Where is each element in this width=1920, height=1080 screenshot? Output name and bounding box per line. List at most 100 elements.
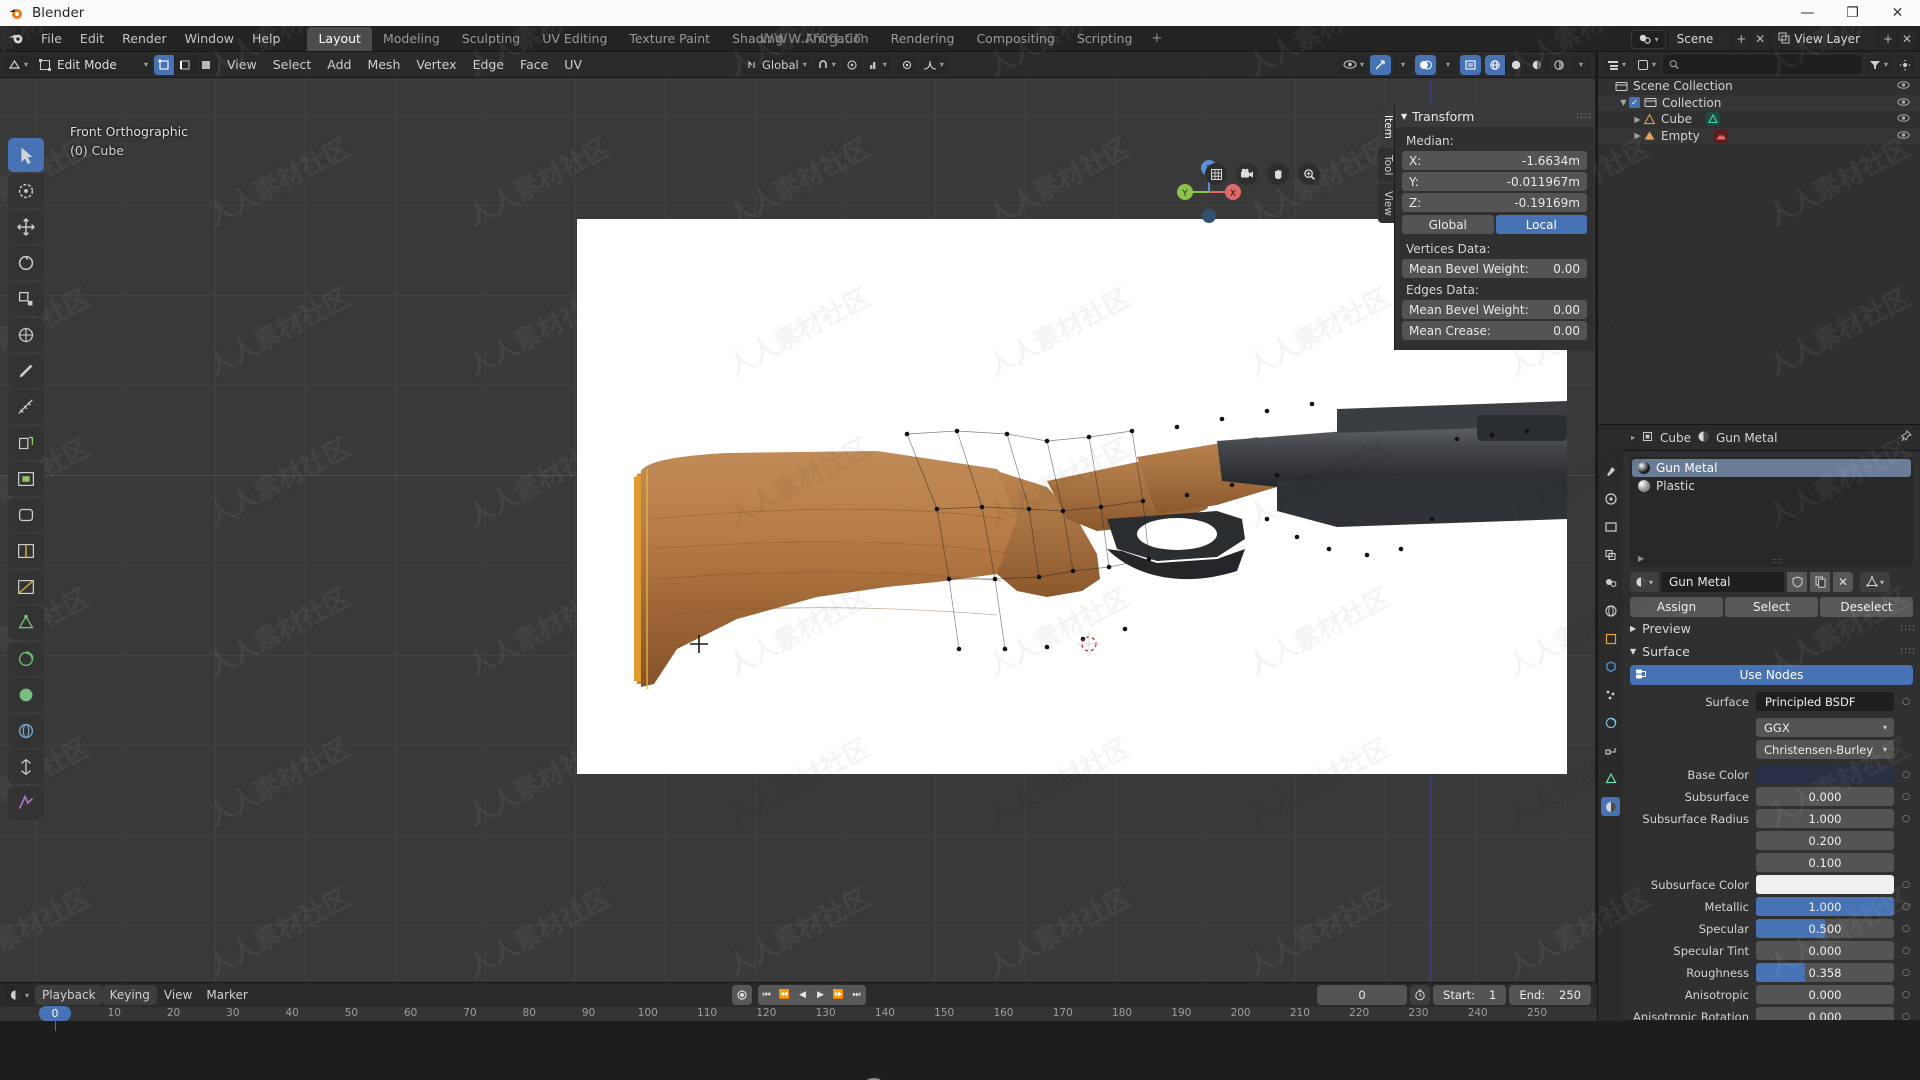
viewport-menu-vertex[interactable]: Vertex bbox=[408, 54, 464, 75]
close-button[interactable]: ✕ bbox=[1875, 0, 1920, 26]
mesh-data-badge-icon[interactable] bbox=[1705, 112, 1720, 127]
properties-editor[interactable]: ▸ Cube Gun Metal Gun Metal Plastic ▶ :::: bbox=[1597, 424, 1920, 1021]
toggle-grid-icon[interactable] bbox=[1205, 163, 1227, 185]
surface-drag-handle[interactable]: :::: bbox=[1900, 647, 1915, 656]
wireframe-shading-icon[interactable] bbox=[1485, 54, 1506, 75]
viewport-menu-uv[interactable]: UV bbox=[556, 54, 590, 75]
overlays-options-chevron-icon[interactable]: ▾ bbox=[1438, 54, 1458, 75]
outliner-row-cube[interactable]: ▶ Cube bbox=[1598, 111, 1920, 128]
material-name-input[interactable]: Gun Metal bbox=[1661, 572, 1784, 592]
object-tab[interactable] bbox=[1601, 629, 1620, 648]
transform-tool[interactable] bbox=[8, 318, 44, 352]
outliner-options-icon[interactable] bbox=[1895, 54, 1915, 75]
workspace-tab-layout[interactable]: Layout bbox=[307, 26, 372, 51]
list-expand-icon[interactable]: ▶ bbox=[1638, 554, 1644, 563]
material-slot-plastic[interactable]: Plastic bbox=[1632, 477, 1911, 495]
workspace-tab-modeling[interactable]: Modeling bbox=[372, 27, 451, 51]
workspace-tab-rendering[interactable]: Rendering bbox=[880, 27, 966, 51]
inset-faces-tool[interactable] bbox=[8, 462, 44, 496]
data-tab[interactable] bbox=[1601, 769, 1620, 788]
measure-tool[interactable] bbox=[8, 390, 44, 424]
preview-drag-handle[interactable]: :::: bbox=[1900, 624, 1915, 633]
rotate-tool[interactable] bbox=[8, 246, 44, 280]
surface-shader-dropdown[interactable]: Principled BSDF bbox=[1756, 692, 1894, 711]
select-button[interactable]: Select bbox=[1725, 597, 1818, 617]
smooth-tool[interactable] bbox=[8, 678, 44, 712]
jump-start-button[interactable]: ⏮ bbox=[757, 985, 776, 1005]
filter-icon[interactable]: ▾ bbox=[1864, 54, 1892, 75]
subsurface-method-dropdown[interactable]: Christensen-Burley ▾ bbox=[1756, 740, 1894, 759]
outliner-row-empty[interactable]: ▶ Empty bbox=[1598, 127, 1920, 144]
input-link-dot-icon[interactable]: ○ bbox=[1899, 814, 1913, 824]
timeline-menu-view[interactable]: View bbox=[157, 985, 199, 1005]
distribution-dropdown[interactable]: GGX ▾ bbox=[1756, 718, 1894, 737]
visibility-icon[interactable]: ▾ bbox=[1338, 54, 1368, 75]
browse-material-button[interactable]: ▾ bbox=[1630, 572, 1658, 592]
bevel-tool[interactable] bbox=[8, 498, 44, 532]
playhead[interactable]: 0 bbox=[39, 1006, 71, 1021]
vertex-select-icon[interactable] bbox=[154, 54, 176, 75]
unlink-scene-button[interactable]: ✕ bbox=[1750, 29, 1769, 49]
workspace-tab-sculpting[interactable]: Sculpting bbox=[451, 27, 531, 51]
proportional-toggle-icon[interactable] bbox=[896, 54, 917, 75]
scale-tool[interactable] bbox=[8, 282, 44, 316]
viewport-menu-face[interactable]: Face bbox=[512, 54, 556, 75]
number-field[interactable]: 1.000 bbox=[1756, 809, 1894, 828]
number-field[interactable]: 0.100 bbox=[1756, 853, 1894, 872]
slider-field[interactable]: 0.000 bbox=[1756, 985, 1894, 1004]
slider-field[interactable]: 0.000 bbox=[1756, 787, 1894, 806]
frame-range-fields[interactable]: Start: 1 bbox=[1433, 985, 1507, 1005]
jump-prev-keyframe-button[interactable]: ⏪ bbox=[775, 985, 794, 1005]
slider-field[interactable]: 0.500 bbox=[1756, 919, 1894, 938]
disclosure-triangle-icon[interactable]: ▶ bbox=[1632, 115, 1643, 124]
viewport-3d[interactable]: ▾ Edit Mode ▾ View Select Add Mesh Verte… bbox=[0, 52, 1595, 982]
play-button[interactable]: ▶ bbox=[811, 985, 830, 1005]
move-tool[interactable] bbox=[8, 210, 44, 244]
edge-select-icon[interactable] bbox=[175, 54, 197, 75]
material-tab[interactable] bbox=[1601, 797, 1620, 816]
top-menu-file[interactable]: File bbox=[32, 28, 71, 49]
mesh-data-dropdown[interactable]: ▾ bbox=[1860, 572, 1890, 592]
minimize-button[interactable]: — bbox=[1785, 0, 1830, 26]
blender-menu-icon[interactable] bbox=[6, 30, 26, 48]
proportional-falloff-icon[interactable]: ▾ bbox=[863, 54, 891, 75]
breadcrumb-chevron-icon[interactable]: ▸ bbox=[1631, 433, 1635, 442]
solid-shading-icon[interactable] bbox=[1506, 54, 1527, 75]
new-scene-button[interactable]: + bbox=[1731, 29, 1750, 49]
deselect-button[interactable]: Deselect bbox=[1820, 597, 1913, 617]
input-link-dot-icon[interactable]: ○ bbox=[1899, 990, 1913, 1000]
clock-icon[interactable] bbox=[1410, 985, 1431, 1005]
unlink-material-icon[interactable]: ✕ bbox=[1833, 572, 1853, 592]
poly-build-tool[interactable] bbox=[8, 606, 44, 640]
viewport-menu-edge[interactable]: Edge bbox=[465, 54, 512, 75]
spin-tool[interactable] bbox=[8, 642, 44, 676]
surface-link-dot-icon[interactable]: ○ bbox=[1899, 697, 1913, 707]
view-layer-selector[interactable]: View Layer + ✕ bbox=[1772, 29, 1916, 49]
add-workspace-button[interactable]: + bbox=[1143, 31, 1170, 46]
transform-space-global-button[interactable]: Global bbox=[1402, 215, 1494, 234]
camera-view-icon[interactable] bbox=[1236, 163, 1258, 185]
copy-icon[interactable] bbox=[1810, 572, 1830, 592]
gizmo-toggle-icon[interactable] bbox=[1370, 54, 1391, 75]
viewport-canvas[interactable]: Front Orthographic (0) Cube Z X Y bbox=[0, 78, 1595, 982]
remove-view-layer-button[interactable]: ✕ bbox=[1897, 29, 1916, 49]
view-layer-tab[interactable] bbox=[1601, 545, 1620, 564]
new-view-layer-button[interactable]: + bbox=[1878, 29, 1897, 49]
timeline-ruler[interactable]: 0 10 20 30 40 50 60 70 80 90 100 110 120 130 140 150 160… bbox=[0, 1006, 1597, 1031]
rendered-shading-icon[interactable] bbox=[1548, 54, 1569, 75]
visibility-eye-icon[interactable] bbox=[1897, 129, 1910, 143]
overlays-toggle-icon[interactable] bbox=[1415, 54, 1436, 75]
sidebar-tab-item[interactable]: Item bbox=[1378, 108, 1394, 146]
scene-stats-toggle[interactable]: ▾ bbox=[1630, 29, 1666, 49]
collection-checkbox[interactable]: ✓ bbox=[1629, 97, 1640, 109]
pin-icon[interactable] bbox=[1899, 429, 1912, 446]
particles-tab[interactable] bbox=[1601, 685, 1620, 704]
annotate-tool[interactable] bbox=[8, 354, 44, 388]
median-y-field[interactable]: Y: -0.011967m bbox=[1402, 172, 1587, 191]
timeline-menu-marker[interactable]: Marker bbox=[199, 985, 254, 1005]
maximize-button[interactable]: ❐ bbox=[1830, 0, 1875, 26]
outliner-search-field[interactable] bbox=[1684, 58, 1856, 71]
output-tab[interactable] bbox=[1601, 517, 1620, 536]
median-x-field[interactable]: X: -1.6634m bbox=[1402, 151, 1587, 170]
loop-cut-tool[interactable] bbox=[8, 534, 44, 568]
